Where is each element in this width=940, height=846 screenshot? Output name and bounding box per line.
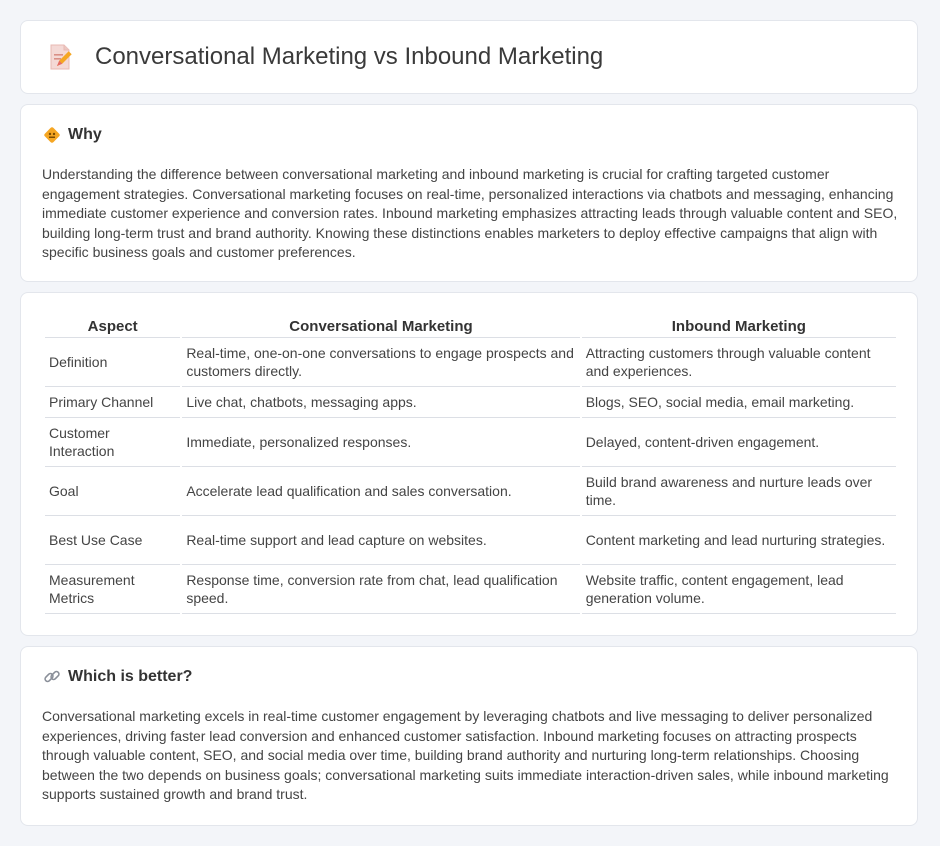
cell-conversational: Real-time support and lead capture on we… <box>182 516 580 565</box>
better-heading: Which is better? <box>43 668 192 686</box>
header-card: Conversational Marketing vs Inbound Mark… <box>20 20 918 94</box>
better-title: Which is better? <box>68 668 193 685</box>
cell-inbound: Attracting customers through valuable co… <box>581 338 896 387</box>
title-row: Conversational Marketing vs Inbound Mark… <box>45 42 603 72</box>
table-row: Best Use Case Real-time support and lead… <box>45 516 896 565</box>
cell-aspect: Customer Interaction <box>45 418 181 467</box>
cell-inbound: Blogs, SEO, social media, email marketin… <box>581 387 896 418</box>
which-better-card: Which is better? Conversational marketin… <box>20 646 918 826</box>
document-pencil-icon <box>50 44 72 70</box>
diamond-sign-icon <box>44 127 60 143</box>
cell-aspect: Best Use Case <box>45 516 181 565</box>
table-row: Goal Accelerate lead qualification and s… <box>45 467 896 516</box>
cell-conversational: Live chat, chatbots, messaging apps. <box>182 387 580 418</box>
header-aspect: Aspect <box>45 315 181 338</box>
why-heading: Why <box>43 126 102 144</box>
cell-conversational: Real-time, one-on-one conversations to e… <box>182 338 580 387</box>
header-conversational: Conversational Marketing <box>182 315 580 338</box>
page-title: Conversational Marketing vs Inbound Mark… <box>95 43 604 70</box>
cell-aspect: Primary Channel <box>45 387 181 418</box>
why-title: Why <box>68 126 102 143</box>
cell-inbound: Content marketing and lead nurturing str… <box>581 516 896 565</box>
table-row: Measurement Metrics Response time, conve… <box>45 565 896 614</box>
link-icon <box>44 670 60 683</box>
table-row: Customer Interaction Immediate, personal… <box>45 418 896 467</box>
cell-conversational: Immediate, personalized responses. <box>182 418 580 467</box>
cell-inbound: Website traffic, content engagement, lea… <box>581 565 896 614</box>
better-text: Conversational marketing excels in real-… <box>42 708 889 803</box>
table-header-row: Aspect Conversational Marketing Inbound … <box>45 315 896 338</box>
comparison-table: Aspect Conversational Marketing Inbound … <box>43 315 898 614</box>
cell-inbound: Build brand awareness and nurture leads … <box>581 467 896 516</box>
comparison-card: Aspect Conversational Marketing Inbound … <box>20 292 918 636</box>
why-card: Why Understanding the difference between… <box>20 104 918 282</box>
table-row: Primary Channel Live chat, chatbots, mes… <box>45 387 896 418</box>
cell-conversational: Response time, conversion rate from chat… <box>182 565 580 614</box>
cell-aspect: Definition <box>45 338 181 387</box>
cell-inbound: Delayed, content-driven engagement. <box>581 418 896 467</box>
table-row: Definition Real-time, one-on-one convers… <box>45 338 896 387</box>
cell-aspect: Goal <box>45 467 181 516</box>
cell-conversational: Accelerate lead qualification and sales … <box>182 467 580 516</box>
header-inbound: Inbound Marketing <box>581 315 896 338</box>
cell-aspect: Measurement Metrics <box>45 565 181 614</box>
why-text: Understanding the difference between con… <box>42 166 898 261</box>
